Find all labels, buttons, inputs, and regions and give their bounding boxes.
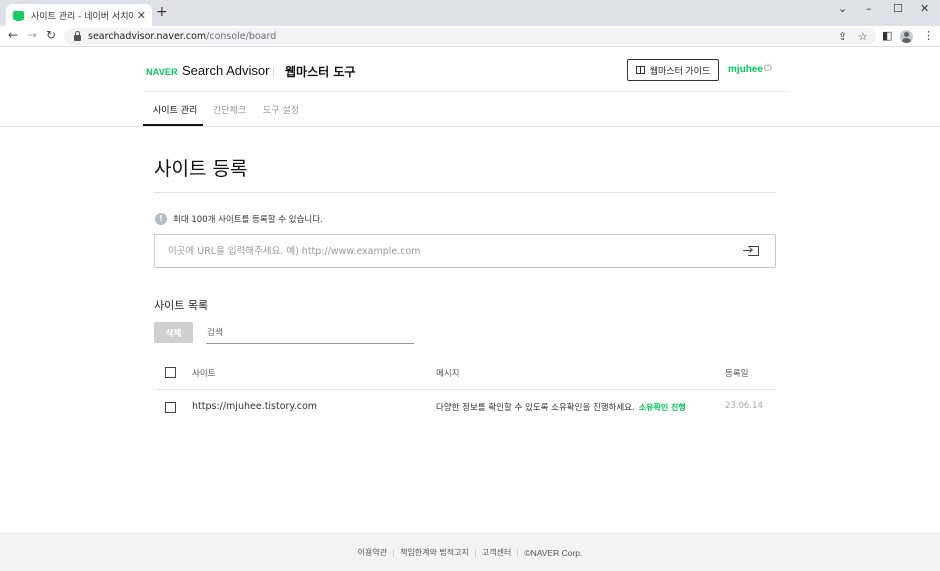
naver-logo[interactable]: NAVER <box>146 67 178 77</box>
side-panel-icon[interactable]: ◧ <box>882 30 892 41</box>
more-menu-icon[interactable]: ⋮ <box>923 30 934 41</box>
webmaster-guide-button[interactable]: 웹마스터 가이드 <box>627 59 719 81</box>
browser-tab[interactable]: 사이트 관리 - 네이버 서치어드바이저 ✕ <box>6 4 152 26</box>
row-message: 다양한 정보를 확인할 수 있도록 소유확인을 진행하세요. 소유확인 진행 <box>436 401 686 413</box>
search-field <box>206 322 414 344</box>
submit-url-icon[interactable] <box>743 246 759 256</box>
minimize-icon[interactable]: – <box>866 3 872 14</box>
site-list-title: 사이트 목록 <box>154 299 209 312</box>
search-advisor-title[interactable]: Search Advisor <box>182 63 269 78</box>
title-divider <box>154 192 776 193</box>
profile-avatar-icon[interactable] <box>900 30 913 43</box>
row-date: 23.06.14 <box>725 401 763 411</box>
footer: 이용약관 책임한계와 법적고지 고객센터 ©NAVER Corp. <box>0 533 940 571</box>
table-header-divider <box>154 389 776 390</box>
back-arrow-icon[interactable]: ← <box>8 29 18 41</box>
browser-tab-bar: 사이트 관리 - 네이버 서치어드바이저 ✕ + ⌄ – ☐ ✕ <box>0 0 940 26</box>
header-divider-line <box>143 91 788 92</box>
reload-icon[interactable]: ↻ <box>46 29 56 41</box>
maximize-icon[interactable]: ☐ <box>893 3 903 14</box>
footer-support-link[interactable]: 고객센터 <box>482 547 511 558</box>
info-icon: ! <box>155 213 167 225</box>
footer-terms-link[interactable]: 이용약관 <box>358 547 387 558</box>
site-url-link[interactable]: https://mjuhee.tistory.com <box>192 401 317 412</box>
webmaster-guide-label: 웹마스터 가이드 <box>649 65 711 76</box>
tab-tool-settings[interactable]: 도구 설정 <box>263 103 299 116</box>
url-omnibox[interactable]: searchadvisor.naver.com/console/board ⇪ … <box>64 28 876 45</box>
url-host: searchadvisor.naver.com <box>88 31 207 42</box>
column-header-message: 메시지 <box>436 369 460 379</box>
column-header-date: 등록일 <box>725 369 749 379</box>
select-all-checkbox[interactable] <box>165 367 176 378</box>
delete-button[interactable]: 삭제 <box>154 322 193 343</box>
url-input-container <box>154 234 776 268</box>
url-path: /console/board <box>206 31 277 42</box>
tab-site-management[interactable]: 사이트 관리 <box>153 103 197 116</box>
search-input[interactable] <box>207 326 407 340</box>
share-icon[interactable]: ⇪ <box>838 31 847 42</box>
naver-favicon-icon <box>13 10 24 21</box>
book-icon <box>635 66 645 74</box>
new-tab-button[interactable]: + <box>156 5 168 19</box>
footer-separator <box>474 548 476 557</box>
webmaster-tool-title: 웹마스터 도구 <box>285 65 356 79</box>
row-message-text: 다양한 정보를 확인할 수 있도록 소유확인을 진행하세요. <box>436 403 635 413</box>
header-divider <box>273 67 274 78</box>
close-tab-icon[interactable]: ✕ <box>137 10 146 21</box>
row-checkbox[interactable] <box>165 402 176 413</box>
site-url-input[interactable] <box>168 243 728 259</box>
logout-power-icon[interactable]: ⏻ <box>764 64 772 74</box>
footer-separator <box>393 548 395 557</box>
chevron-down-icon[interactable]: ⌄ <box>838 3 847 14</box>
footer-separator <box>517 548 519 557</box>
close-window-icon[interactable]: ✕ <box>920 3 929 14</box>
address-bar: ← → ↻ searchadvisor.naver.com/console/bo… <box>0 26 940 47</box>
lock-icon[interactable] <box>74 31 81 41</box>
bookmark-star-icon[interactable]: ☆ <box>858 31 868 42</box>
active-tab-indicator <box>143 124 203 126</box>
page-title: 사이트 등록 <box>154 158 248 180</box>
info-message: 최대 100개 사이트를 등록할 수 있습니다. <box>173 215 323 225</box>
tab-simple-check[interactable]: 간단체크 <box>213 103 246 116</box>
browser-tab-title: 사이트 관리 - 네이버 서치어드바이저 <box>31 11 133 22</box>
footer-legal-link[interactable]: 책임한계와 법적고지 <box>400 547 469 558</box>
ownership-verify-link[interactable]: 소유확인 진행 <box>639 403 686 412</box>
column-header-site: 사이트 <box>192 369 216 379</box>
username[interactable]: mjuhee <box>728 64 763 75</box>
footer-copyright: ©NAVER Corp. <box>524 547 583 558</box>
site-header: NAVER Search Advisor 웹마스터 도구 웹마스터 가이드 mj… <box>0 47 940 127</box>
forward-arrow-icon[interactable]: → <box>27 29 37 41</box>
